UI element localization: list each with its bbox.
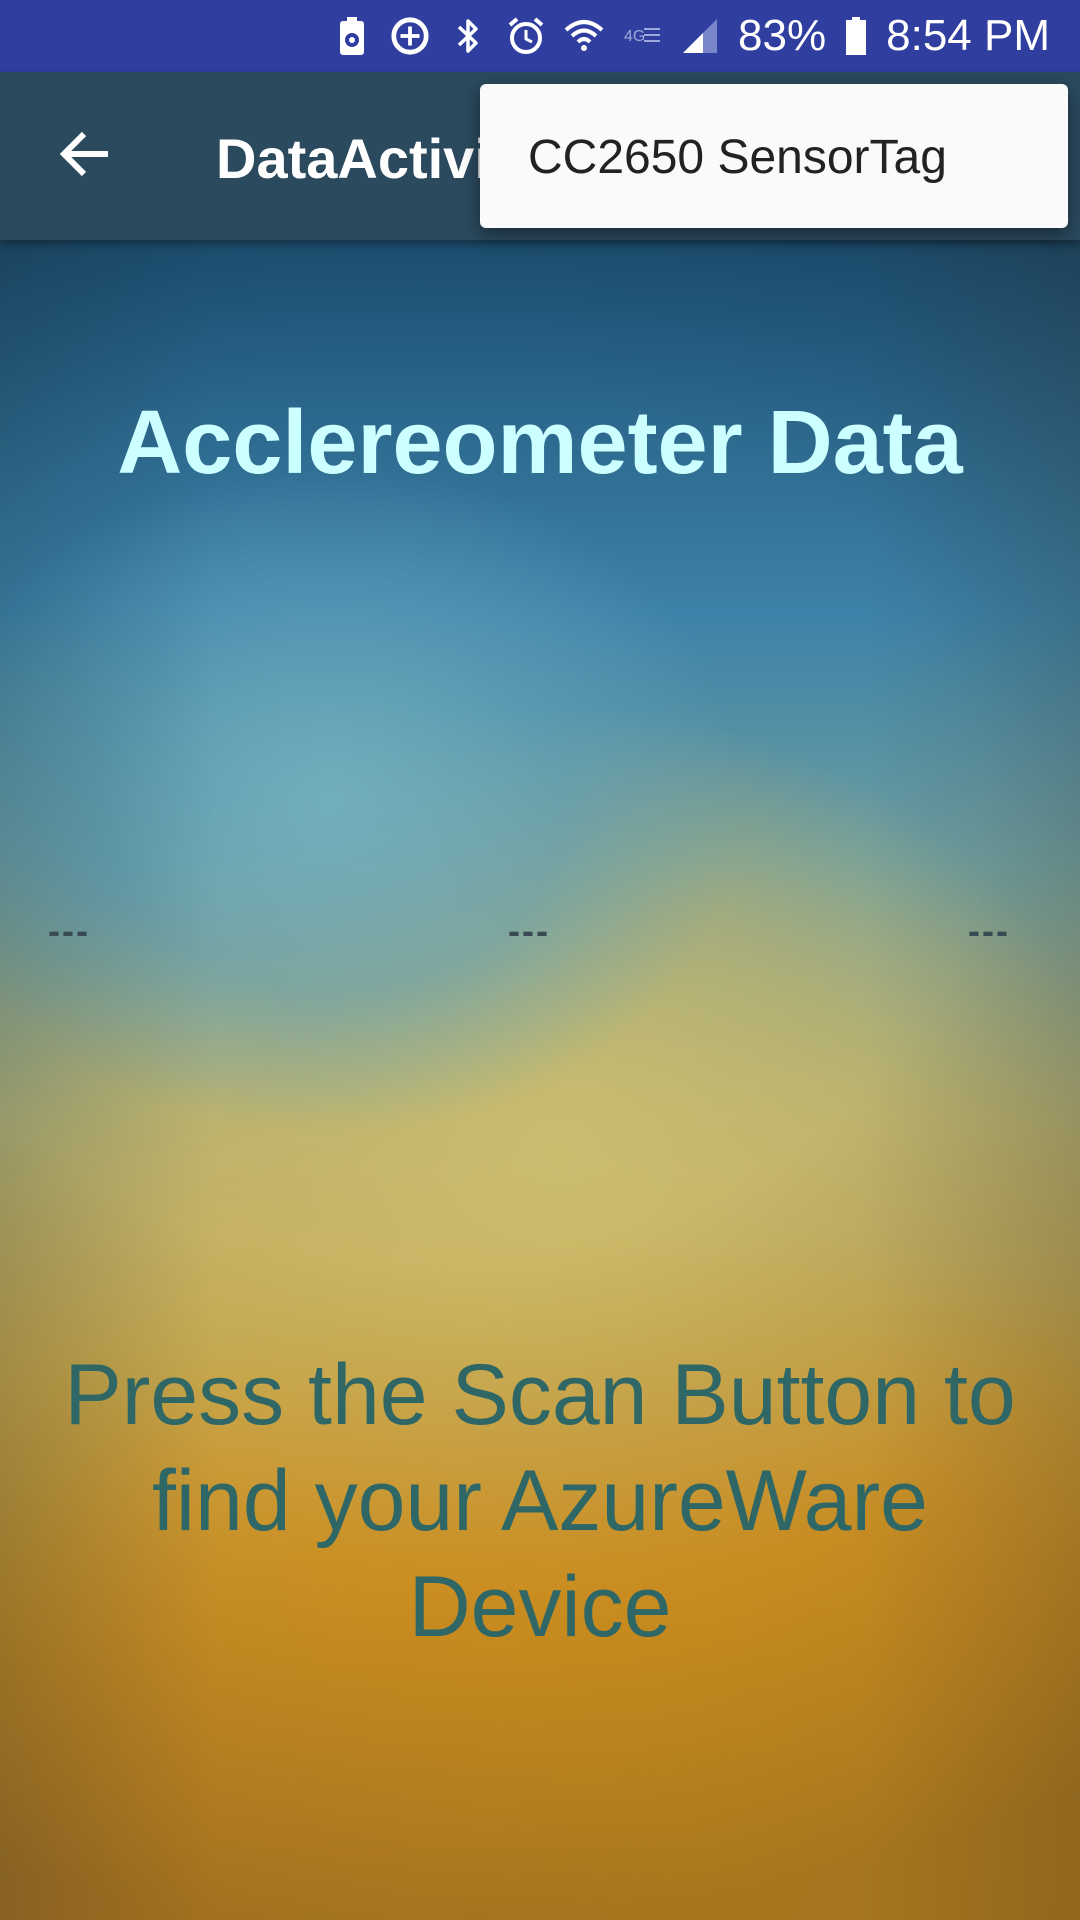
arrow-back-icon	[58, 131, 110, 182]
accel-x-value: ---	[48, 910, 90, 951]
wifi-icon	[564, 16, 604, 56]
battery-icon	[844, 16, 868, 56]
battery-percent: 83%	[738, 11, 827, 60]
menu-item-cc2650-sensortag[interactable]: CC2650 SensorTag	[528, 130, 947, 185]
signal-icon	[680, 16, 720, 56]
data-saver-icon	[390, 16, 430, 56]
back-button[interactable]	[36, 112, 132, 200]
alarm-icon	[506, 16, 546, 56]
bluetooth-icon	[448, 16, 488, 56]
svg-text:4G: 4G	[624, 28, 645, 45]
battery-saver-icon	[332, 16, 372, 56]
clock: 8:54 PM	[886, 11, 1050, 60]
accelerometer-heading: Acclereometer Data	[117, 393, 963, 493]
accelerometer-values: --- --- ---	[0, 910, 1080, 970]
status-bar: 4G 83% 8:54 PM	[0, 0, 1080, 72]
volte-icon: 4G	[622, 16, 662, 56]
accel-z-value: ---	[968, 910, 1010, 951]
overflow-popup-menu: CC2650 SensorTag	[480, 84, 1068, 228]
accel-y-value: ---	[508, 910, 550, 951]
status-icons: 4G 83% 8:54 PM	[332, 14, 1050, 58]
scan-instruction-text: Press the Scan Button to find your Azure…	[64, 1347, 1016, 1655]
